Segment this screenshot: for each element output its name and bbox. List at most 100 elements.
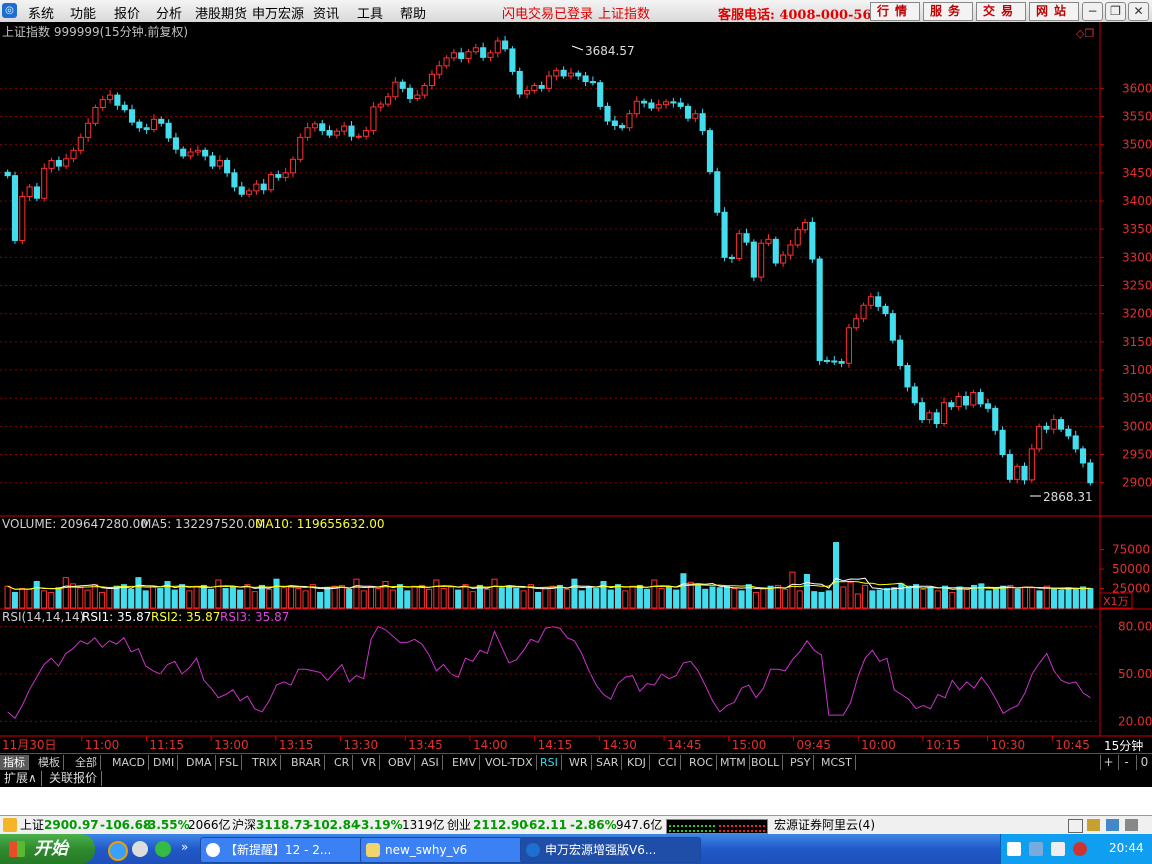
volume-bar (91, 584, 98, 609)
start-button[interactable]: 开始 (0, 834, 95, 864)
expand-toggle[interactable]: 扩展∧ (0, 771, 42, 786)
candle-body (55, 159, 62, 167)
candle-body (77, 136, 84, 151)
server-name[interactable]: 宏源证券阿里云(4) (774, 816, 875, 835)
volume-bar (411, 585, 418, 609)
app-quick-icon[interactable] (155, 841, 171, 857)
restore-icon[interactable]: ❐ (1105, 2, 1126, 21)
candle-body (553, 69, 560, 77)
indicator-tab-vr[interactable]: VR (358, 755, 381, 770)
volume-bar (876, 589, 883, 609)
candle-body (677, 102, 684, 107)
volume-bar (571, 578, 578, 609)
menu-system[interactable]: 系统 (28, 3, 54, 22)
task-reminder[interactable]: 【新提醒】12 - 2... (200, 837, 376, 863)
zoom-out-button[interactable]: - (1118, 755, 1134, 770)
chart-options-icon[interactable]: ◇❐ (1076, 27, 1094, 40)
status-sound-icon[interactable] (1125, 819, 1138, 831)
indicator-tab-template[interactable]: 模板 (35, 755, 64, 770)
flash-trade-notice[interactable]: 闪电交易已登录 (502, 3, 593, 22)
indicator-tab-rsi[interactable]: RSI (537, 755, 562, 770)
period-label[interactable]: 15分钟 (1104, 738, 1143, 753)
menu-help[interactable]: 帮助 (400, 3, 426, 22)
candle-body (238, 186, 245, 195)
indicator-tab-brar[interactable]: BRAR (288, 755, 325, 770)
indicator-tab-boll[interactable]: BOLL (748, 755, 784, 770)
indicator-tab-all[interactable]: 全部 (72, 755, 101, 770)
status-window-icon[interactable] (1068, 819, 1083, 833)
indicator-tab-emv[interactable]: EMV (449, 755, 480, 770)
market-tab-button[interactable]: 行情 (870, 2, 920, 21)
tray-app-icon[interactable] (1007, 842, 1021, 856)
volume-bar (1000, 585, 1007, 609)
indicator-tab-fsl[interactable]: FSL (216, 755, 243, 770)
price-tick-label: 3400 (1122, 194, 1152, 208)
volume-bar (549, 585, 556, 609)
indicator-tab-cci[interactable]: CCI (655, 755, 681, 770)
indicator-tab-kdj[interactable]: KDJ (624, 755, 650, 770)
minimize-icon[interactable]: − (1082, 2, 1103, 21)
volume-bar (702, 588, 709, 609)
indicator-tab-mtm[interactable]: MTM (717, 755, 750, 770)
indicator-tab-index[interactable]: 指标 (0, 755, 29, 770)
volume-bar (295, 588, 302, 609)
task-folder[interactable]: new_swhy_v6 (360, 837, 536, 863)
menu-quote[interactable]: 报价 (114, 3, 140, 22)
cy-value: 2112.90 (473, 818, 528, 832)
menu-swhy[interactable]: 申万宏源 (252, 3, 304, 22)
volume-bar (687, 581, 694, 609)
tray-network-icon[interactable] (1029, 842, 1043, 856)
volume-bar (774, 584, 781, 609)
menu-function[interactable]: 功能 (70, 3, 96, 22)
indicator-tab-sar[interactable]: SAR (593, 755, 623, 770)
close-icon[interactable]: ✕ (1128, 2, 1149, 21)
windows-taskbar: 开始 » 【新提醒】12 - 2... new_swhy_v6 申万宏源增强版V… (0, 834, 1152, 864)
price-tick-label: 3550 (1122, 110, 1152, 124)
indicator-tab-asi[interactable]: ASI (418, 755, 443, 770)
price-tick-label: 2950 (1122, 448, 1152, 462)
menu-analysis[interactable]: 分析 (156, 3, 182, 22)
volume-bar (818, 591, 825, 609)
menu-news[interactable]: 资讯 (313, 3, 339, 22)
status-lock-icon[interactable] (3, 818, 17, 832)
indicator-tab-mcst[interactable]: MCST (818, 755, 856, 770)
indicator-tab-dmi[interactable]: DMI (150, 755, 179, 770)
reset-zoom-button[interactable]: 0 (1136, 755, 1152, 770)
browser-icon[interactable] (132, 841, 148, 857)
sh-amount: 2066亿 (188, 818, 231, 832)
indicator-tab-macd[interactable]: MACD (109, 755, 149, 770)
tray-volume-icon[interactable] (1051, 842, 1065, 856)
zoom-in-button[interactable]: + (1100, 755, 1116, 770)
tray-security-icon[interactable] (1073, 842, 1087, 856)
status-network-icon[interactable] (1106, 819, 1119, 831)
ie-icon[interactable] (108, 841, 128, 861)
volume-bar (302, 590, 309, 609)
service-tab-button[interactable]: 服务 (923, 2, 973, 21)
rsi2-label: RSI2: 35.87 (151, 610, 220, 624)
website-tab-button[interactable]: 网站 (1029, 2, 1079, 21)
candle-body (860, 304, 867, 320)
cy-pct: -2.86% (570, 818, 617, 832)
indicator-tab-cr[interactable]: CR (331, 755, 354, 770)
volume-bar (171, 589, 178, 609)
quicklaunch-more-icon[interactable]: » (181, 840, 188, 854)
indicator-tab-dma[interactable]: DMA (183, 755, 216, 770)
menu-tools[interactable]: 工具 (357, 3, 383, 22)
kline-chart[interactable]: 2900 2950 3000 3050 3100 3150 3200 3250 3300 3350… (0, 22, 1152, 753)
status-notice-icon[interactable] (1087, 819, 1100, 831)
related-quote-tab[interactable]: 关联报价 (45, 771, 103, 786)
hs-name: 沪深 (232, 818, 257, 832)
indicator-tab-trix[interactable]: TRIX (249, 755, 282, 770)
indicator-tab-psy[interactable]: PSY (787, 755, 815, 770)
indicator-tab-obv[interactable]: OBV (385, 755, 416, 770)
indicator-tab-roc[interactable]: ROC (686, 755, 717, 770)
indicator-tab-wr[interactable]: WR (566, 755, 592, 770)
volume-bar (1058, 589, 1065, 609)
trade-tab-button[interactable]: 交易 (976, 2, 1026, 21)
menu-hk-futures[interactable]: 港股期货 (195, 3, 247, 22)
volume-bar (927, 587, 934, 609)
indicator-tab-voltdx[interactable]: VOL-TDX (482, 755, 537, 770)
task-swhy[interactable]: 申万宏源增强版V6... (520, 837, 701, 863)
candle-body (772, 238, 779, 264)
task-swhy-label: 申万宏源增强版V6... (545, 843, 657, 857)
